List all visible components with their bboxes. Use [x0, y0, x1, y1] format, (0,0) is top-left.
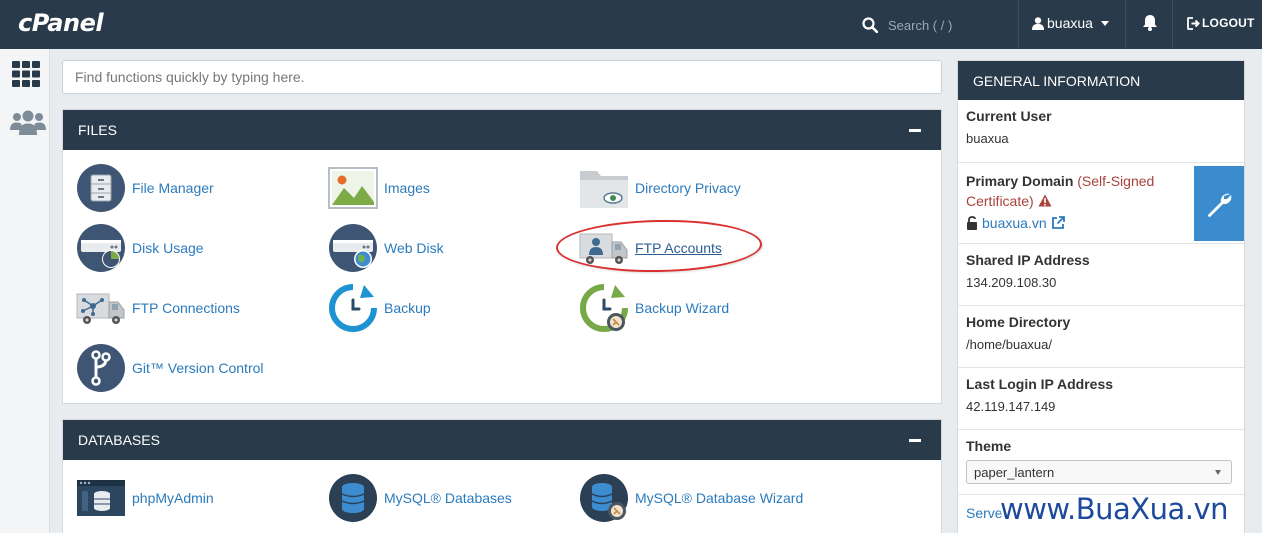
collapse-icon[interactable]	[909, 439, 921, 442]
bell-icon	[1143, 15, 1157, 31]
warning-icon	[1038, 194, 1052, 207]
backup-label: Backup	[384, 300, 431, 316]
file-manager-link[interactable]: File Manager	[76, 163, 214, 213]
home-grid-button[interactable]	[12, 61, 40, 87]
general-information-header: GENERAL INFORMATION	[958, 61, 1244, 100]
collapse-icon[interactable]	[909, 129, 921, 132]
web-disk-label: Web Disk	[384, 240, 444, 256]
mysql-wizard-icon	[579, 473, 629, 523]
user-icon	[1032, 16, 1044, 30]
backup-link[interactable]: Backup	[328, 283, 431, 333]
users-icon	[10, 110, 46, 135]
theme-select-value: paper_lantern	[974, 464, 1055, 480]
backup-wizard-link[interactable]: Backup Wizard	[579, 283, 729, 333]
file-manager-icon	[76, 163, 126, 213]
header-search[interactable]	[862, 14, 1028, 36]
disk-usage-icon	[76, 223, 126, 273]
files-panel-header[interactable]: FILES	[63, 110, 941, 150]
shared-ip-value: 134.209.108.30	[966, 275, 1057, 290]
logout-label: LOGOUT	[1202, 16, 1255, 30]
logout-button[interactable]: LOGOUT	[1187, 16, 1255, 30]
file-manager-label: File Manager	[132, 180, 214, 196]
ftp-connections-label: FTP Connections	[132, 300, 240, 316]
ftp-connections-link[interactable]: FTP Connections	[76, 283, 240, 333]
ftp-connections-icon	[76, 283, 126, 333]
git-icon	[76, 343, 126, 393]
phpmyadmin-link[interactable]: phpMyAdmin	[76, 473, 214, 523]
shared-ip-row: Shared IP Address 134.209.108.30	[958, 244, 1244, 306]
current-user-value: buaxua	[966, 131, 1009, 146]
disk-usage-label: Disk Usage	[132, 240, 204, 256]
theme-select[interactable]: paper_lantern	[966, 460, 1232, 484]
quick-find-input[interactable]	[62, 60, 942, 94]
last-login-row: Last Login IP Address 42.119.147.149	[958, 368, 1244, 430]
mysql-databases-icon	[328, 473, 378, 523]
backup-wizard-label: Backup Wizard	[635, 300, 730, 316]
divider	[1018, 0, 1019, 49]
home-directory-label: Home Directory	[966, 314, 1071, 330]
directory-privacy-link[interactable]: Directory Privacy	[579, 163, 741, 213]
files-panel-title: FILES	[78, 122, 117, 138]
chevron-down-icon	[1215, 470, 1221, 475]
phpmyadmin-icon	[76, 473, 126, 523]
backup-icon	[328, 283, 378, 333]
backup-wizard-icon	[579, 283, 629, 333]
images-icon	[328, 163, 378, 213]
chevron-down-icon	[1100, 20, 1109, 26]
images-link[interactable]: Images	[328, 163, 430, 213]
wrench-icon	[1208, 193, 1232, 217]
mysql-databases-link[interactable]: MySQL® Databases	[328, 473, 512, 523]
primary-domain-row: Primary Domain (Self-Signed Certificate)…	[958, 163, 1244, 244]
theme-row: Theme paper_lantern	[958, 430, 1244, 495]
primary-domain-label: Primary Domain (Self-Signed Certificate)	[966, 173, 1155, 209]
ssl-settings-button[interactable]	[1194, 166, 1244, 241]
search-icon	[862, 17, 878, 33]
images-label: Images	[384, 180, 430, 196]
user-menu[interactable]: buaxua	[1032, 15, 1109, 31]
mysql-databases-label: MySQL® Databases	[384, 490, 512, 506]
directory-privacy-label: Directory Privacy	[635, 180, 741, 196]
grid-icon	[12, 61, 40, 87]
primary-domain-value: buaxua.vn	[982, 215, 1047, 231]
home-directory-row: Home Directory /home/buaxua/	[958, 306, 1244, 368]
site-watermark: www.BuaXua.vn	[1000, 492, 1229, 526]
cpanel-logo[interactable]: cPanel	[18, 9, 104, 37]
web-disk-link[interactable]: Web Disk	[328, 223, 444, 273]
git-version-control-link[interactable]: Git™ Version Control	[76, 343, 264, 393]
last-login-label: Last Login IP Address	[966, 376, 1114, 392]
current-user-label: Current User	[966, 108, 1052, 124]
web-disk-icon	[328, 223, 378, 273]
divider	[1172, 0, 1173, 49]
current-user-row: Current User buaxua	[958, 100, 1244, 163]
divider	[1125, 0, 1126, 49]
external-link-icon	[1051, 216, 1065, 229]
last-login-value: 42.119.147.149	[966, 399, 1056, 414]
phpmyadmin-label: phpMyAdmin	[132, 490, 214, 506]
user-manager-button[interactable]	[10, 110, 46, 135]
shared-ip-label: Shared IP Address	[966, 252, 1090, 268]
databases-panel-title: DATABASES	[78, 432, 160, 448]
notifications-button[interactable]	[1142, 14, 1158, 36]
left-sidebar	[0, 49, 50, 533]
header-search-input[interactable]	[888, 17, 1028, 33]
home-directory-value: /home/buaxua/	[966, 337, 1053, 352]
mysql-wizard-label: MySQL® Database Wizard	[635, 490, 804, 506]
username-label: buaxua	[1047, 15, 1093, 31]
server-info-link[interactable]: Serve	[966, 505, 1003, 521]
unlock-icon	[967, 216, 977, 230]
mysql-wizard-link[interactable]: MySQL® Database Wizard	[579, 473, 803, 523]
disk-usage-link[interactable]: Disk Usage	[76, 223, 204, 273]
general-information-panel: GENERAL INFORMATION Current User buaxua …	[957, 60, 1245, 533]
git-version-control-label: Git™ Version Control	[132, 360, 264, 376]
top-bar: cPanel buaxua LOGOUT	[0, 0, 1262, 49]
theme-label: Theme	[966, 438, 1012, 454]
logout-icon	[1187, 16, 1200, 30]
directory-privacy-icon	[579, 163, 629, 213]
databases-panel-header[interactable]: DATABASES	[63, 420, 941, 460]
